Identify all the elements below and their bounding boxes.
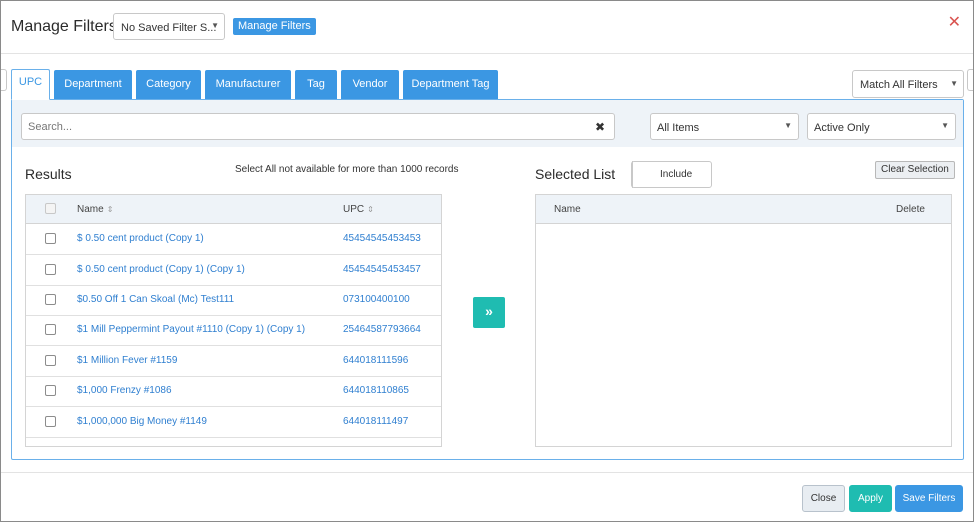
chevron-down-icon: ▼ [950, 79, 958, 88]
sort-icon: ⇕ [106, 205, 114, 214]
item-name-link[interactable]: $1 Million Fever #1159 [77, 355, 177, 366]
chevron-down-icon: ▼ [211, 21, 219, 30]
table-row: $ 0.50 cent product (Copy 1) (Copy 1) 45… [26, 255, 441, 286]
tab-department[interactable]: Department [54, 70, 132, 99]
item-name-link[interactable]: $1,000 Frenzy #1086 [77, 385, 172, 396]
results-title: Results [25, 166, 72, 182]
close-icon[interactable]: ✕ [948, 12, 961, 32]
table-row: $1 Million Fever #1159 644018111596 [26, 346, 441, 377]
item-upc-link[interactable]: 45454545453457 [343, 264, 421, 275]
selected-delete-column-header: Delete [896, 204, 925, 215]
item-upc-link[interactable]: 644018110865 [343, 385, 409, 396]
search-box: ✖ [21, 113, 615, 140]
row-checkbox[interactable] [45, 324, 56, 335]
row-checkbox[interactable] [45, 416, 56, 427]
saved-filter-select[interactable]: No Saved Filter S... ▼ [113, 13, 225, 40]
upc-column-header[interactable]: UPC ⇕ [343, 204, 374, 215]
selected-table: Name Delete [535, 194, 952, 447]
items-filter-select[interactable]: All Items ▼ [650, 113, 799, 140]
results-table: Name ⇕ UPC ⇕ $ 0.50 cent product (Copy 1) … [25, 194, 442, 447]
status-filter-value: Active Only [814, 122, 870, 134]
row-checkbox[interactable] [45, 264, 56, 275]
item-name-link[interactable]: $ 0.50 cent product (Copy 1) [77, 233, 204, 244]
row-checkbox[interactable] [45, 385, 56, 396]
chevron-down-icon: ▼ [784, 121, 792, 130]
clear-selection-button[interactable]: Clear Selection [875, 161, 955, 179]
table-row: $1 Mill Peppermint Payout #1110 (Copy 1)… [26, 315, 441, 346]
save-filters-button[interactable]: Save Filters [895, 485, 963, 512]
chevron-down-icon: ▼ [941, 121, 949, 130]
manage-filters-button[interactable]: Manage Filters [233, 18, 316, 35]
row-checkbox[interactable] [45, 294, 56, 305]
item-upc-link[interactable]: 25464587793664 [343, 324, 421, 335]
row-checkbox[interactable] [45, 355, 56, 366]
selected-table-header: Name Delete [536, 195, 951, 224]
item-upc-link[interactable]: 073100400100 [343, 294, 410, 305]
item-upc-link[interactable]: 644018111596 [343, 355, 408, 366]
status-filter-select[interactable]: Active Only ▼ [807, 113, 956, 140]
table-row: $0.50 Off 1 Can Skoal (Mc) Test111 07310… [26, 285, 441, 316]
table-row: $1,000 Frenzy #1086 644018110865 [26, 376, 441, 407]
results-table-header: Name ⇕ UPC ⇕ [26, 195, 441, 224]
scroll-right-handle[interactable] [967, 69, 973, 91]
name-column-header[interactable]: Name ⇕ [77, 204, 113, 215]
tab-category[interactable]: Category [136, 70, 201, 99]
dialog-title: Manage Filters [11, 18, 117, 35]
scroll-left-handle[interactable] [1, 69, 7, 91]
sort-icon: ⇕ [367, 205, 374, 214]
tab-vendor[interactable]: Vendor [341, 70, 399, 99]
item-upc-link[interactable]: 644018111497 [343, 416, 408, 427]
item-name-link[interactable]: $1 Mill Peppermint Payout #1110 (Copy 1)… [77, 324, 305, 335]
tab-upc[interactable]: UPC [11, 69, 50, 100]
select-all-note: Select All not available for more than 1… [235, 164, 459, 175]
clear-search-icon[interactable]: ✖ [595, 120, 605, 134]
selected-name-column-header: Name [554, 204, 581, 215]
table-row: $1,000,000 Big Money #1149 644018111497 [26, 407, 441, 438]
search-input[interactable] [22, 114, 582, 139]
row-checkbox[interactable] [45, 233, 56, 244]
saved-filter-value: No Saved Filter S... [121, 22, 217, 34]
dialog-footer: Close Apply Save Filters [1, 472, 973, 522]
item-name-link[interactable]: $1,000,000 Big Money #1149 [77, 416, 207, 427]
dialog-header: Manage Filters No Saved Filter S... ▼ Ma… [1, 1, 973, 54]
name-column-label: Name [77, 204, 104, 215]
table-row: $ 0.50 cent product (Copy 1) 45454545453… [26, 224, 441, 255]
tab-manufacturer[interactable]: Manufacturer [205, 70, 291, 99]
toggle-knob [632, 161, 636, 188]
include-toggle[interactable]: Include [631, 161, 712, 188]
upc-column-label: UPC [343, 204, 365, 215]
selected-list-title: Selected List [535, 166, 616, 182]
apply-button[interactable]: Apply [849, 485, 892, 512]
match-filters-select[interactable]: Match All Filters ▼ [852, 70, 964, 98]
close-button[interactable]: Close [802, 485, 845, 512]
match-filters-value: Match All Filters [860, 79, 938, 91]
tab-tag[interactable]: Tag [295, 70, 337, 99]
include-label: Include [660, 169, 693, 180]
tab-department-tag[interactable]: Department Tag [403, 70, 498, 99]
filter-panel: ✖ All Items ▼ Active Only ▼ Results Sele… [11, 99, 964, 460]
search-bar-area: ✖ All Items ▼ Active Only ▼ [12, 100, 963, 147]
items-filter-value: All Items [657, 122, 700, 134]
item-name-link[interactable]: $0.50 Off 1 Can Skoal (Mc) Test111 [77, 294, 234, 305]
add-to-selected-button[interactable]: » [473, 297, 505, 328]
select-all-checkbox[interactable] [45, 203, 56, 214]
item-upc-link[interactable]: 45454545453453 [343, 233, 421, 244]
item-name-link[interactable]: $ 0.50 cent product (Copy 1) (Copy 1) [77, 264, 245, 275]
manage-filters-dialog: Manage Filters No Saved Filter S... ▼ Ma… [0, 0, 974, 522]
